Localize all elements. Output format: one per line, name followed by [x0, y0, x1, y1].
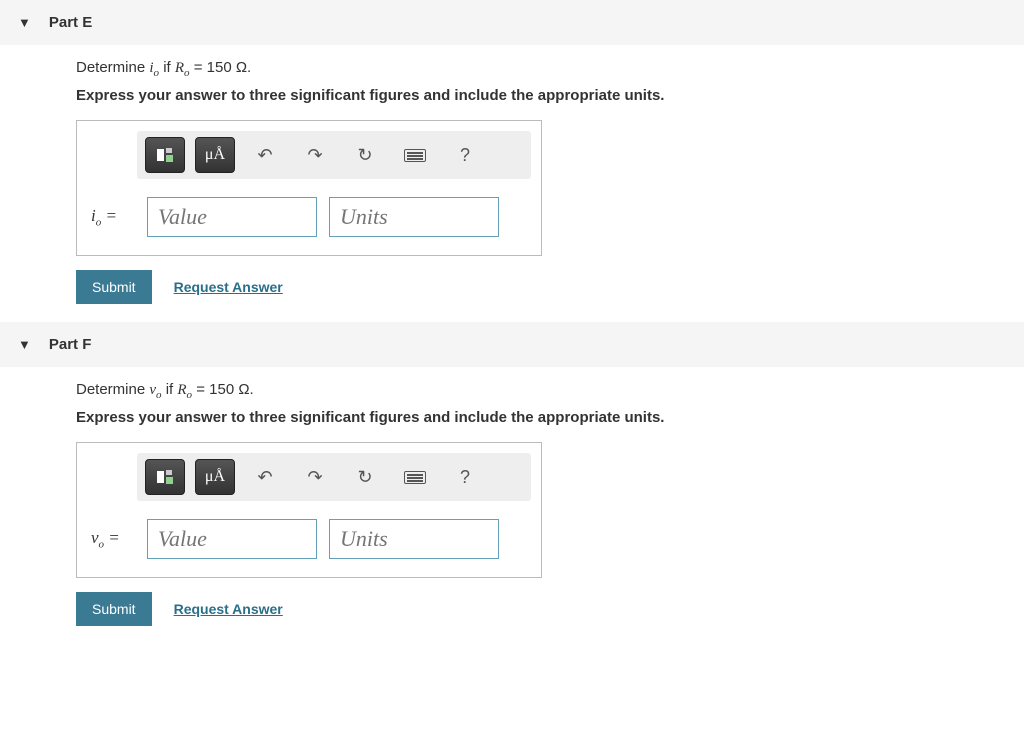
part-title: Part F: [49, 336, 92, 353]
submit-button[interactable]: Submit: [76, 592, 152, 626]
help-button[interactable]: ?: [445, 459, 485, 495]
template-picker-button[interactable]: [145, 137, 185, 173]
keyboard-icon: [404, 149, 426, 162]
submit-button[interactable]: Submit: [76, 270, 152, 304]
reset-icon: ↻: [357, 467, 372, 488]
answer-box: μÅ ↶ ↷ ↻ ? io =: [76, 120, 542, 256]
redo-button[interactable]: ↷: [295, 137, 335, 173]
answer-lhs: io =: [91, 206, 135, 228]
input-row: io =: [77, 179, 541, 237]
reset-button[interactable]: ↻: [345, 459, 385, 495]
prompt-prefix: Determine: [76, 59, 149, 76]
cond-val: = 150 Ω.: [192, 381, 254, 398]
help-icon: ?: [460, 467, 470, 488]
undo-icon: ↶: [257, 145, 272, 166]
part-body: Determine io if Ro = 150 Ω. Express your…: [0, 45, 1024, 304]
prompt-prefix: Determine: [76, 381, 149, 398]
redo-icon: ↷: [307, 467, 322, 488]
keyboard-button[interactable]: [395, 459, 435, 495]
template-icon: [157, 148, 173, 162]
undo-icon: ↶: [257, 467, 272, 488]
part-title: Part E: [49, 14, 92, 31]
reset-icon: ↻: [357, 145, 372, 166]
prompt-text: Determine io if Ro = 150 Ω.: [76, 59, 1024, 79]
help-button[interactable]: ?: [445, 137, 485, 173]
cond-var: R: [177, 382, 186, 398]
mu-a-icon: μÅ: [205, 146, 225, 164]
part-body: Determine vo if Ro = 150 Ω. Express your…: [0, 367, 1024, 626]
collapse-caret-icon: ▼: [18, 337, 31, 352]
request-answer-link[interactable]: Request Answer: [174, 601, 283, 617]
keyboard-icon: [404, 471, 426, 484]
instruction-text: Express your answer to three significant…: [76, 87, 1024, 104]
keyboard-button[interactable]: [395, 137, 435, 173]
template-picker-button[interactable]: [145, 459, 185, 495]
equation-toolbar: μÅ ↶ ↷ ↻ ?: [137, 453, 531, 501]
answer-box: μÅ ↶ ↷ ↻ ? vo =: [76, 442, 542, 578]
part-f: ▼ Part F Determine vo if Ro = 150 Ω. Exp…: [0, 322, 1024, 626]
prompt-text: Determine vo if Ro = 150 Ω.: [76, 381, 1024, 401]
collapse-caret-icon: ▼: [18, 15, 31, 30]
redo-icon: ↷: [307, 145, 322, 166]
prompt-mid: if: [159, 59, 175, 76]
cond-var: R: [175, 60, 184, 76]
value-input[interactable]: [147, 519, 317, 559]
answer-lhs: vo =: [91, 528, 135, 550]
units-input[interactable]: [329, 197, 499, 237]
units-picker-button[interactable]: μÅ: [195, 459, 235, 495]
reset-button[interactable]: ↻: [345, 137, 385, 173]
cond-val: = 150 Ω.: [190, 59, 252, 76]
equation-toolbar: μÅ ↶ ↷ ↻ ?: [137, 131, 531, 179]
units-picker-button[interactable]: μÅ: [195, 137, 235, 173]
part-header[interactable]: ▼ Part E: [0, 0, 1024, 45]
request-answer-link[interactable]: Request Answer: [174, 279, 283, 295]
part-e: ▼ Part E Determine io if Ro = 150 Ω. Exp…: [0, 0, 1024, 304]
actions-row: Submit Request Answer: [76, 270, 1024, 304]
value-input[interactable]: [147, 197, 317, 237]
help-icon: ?: [460, 145, 470, 166]
undo-button[interactable]: ↶: [245, 137, 285, 173]
units-input[interactable]: [329, 519, 499, 559]
template-icon: [157, 470, 173, 484]
input-row: vo =: [77, 501, 541, 559]
instruction-text: Express your answer to three significant…: [76, 409, 1024, 426]
part-header[interactable]: ▼ Part F: [0, 322, 1024, 367]
prompt-mid: if: [162, 381, 178, 398]
undo-button[interactable]: ↶: [245, 459, 285, 495]
mu-a-icon: μÅ: [205, 468, 225, 486]
redo-button[interactable]: ↷: [295, 459, 335, 495]
actions-row: Submit Request Answer: [76, 592, 1024, 626]
